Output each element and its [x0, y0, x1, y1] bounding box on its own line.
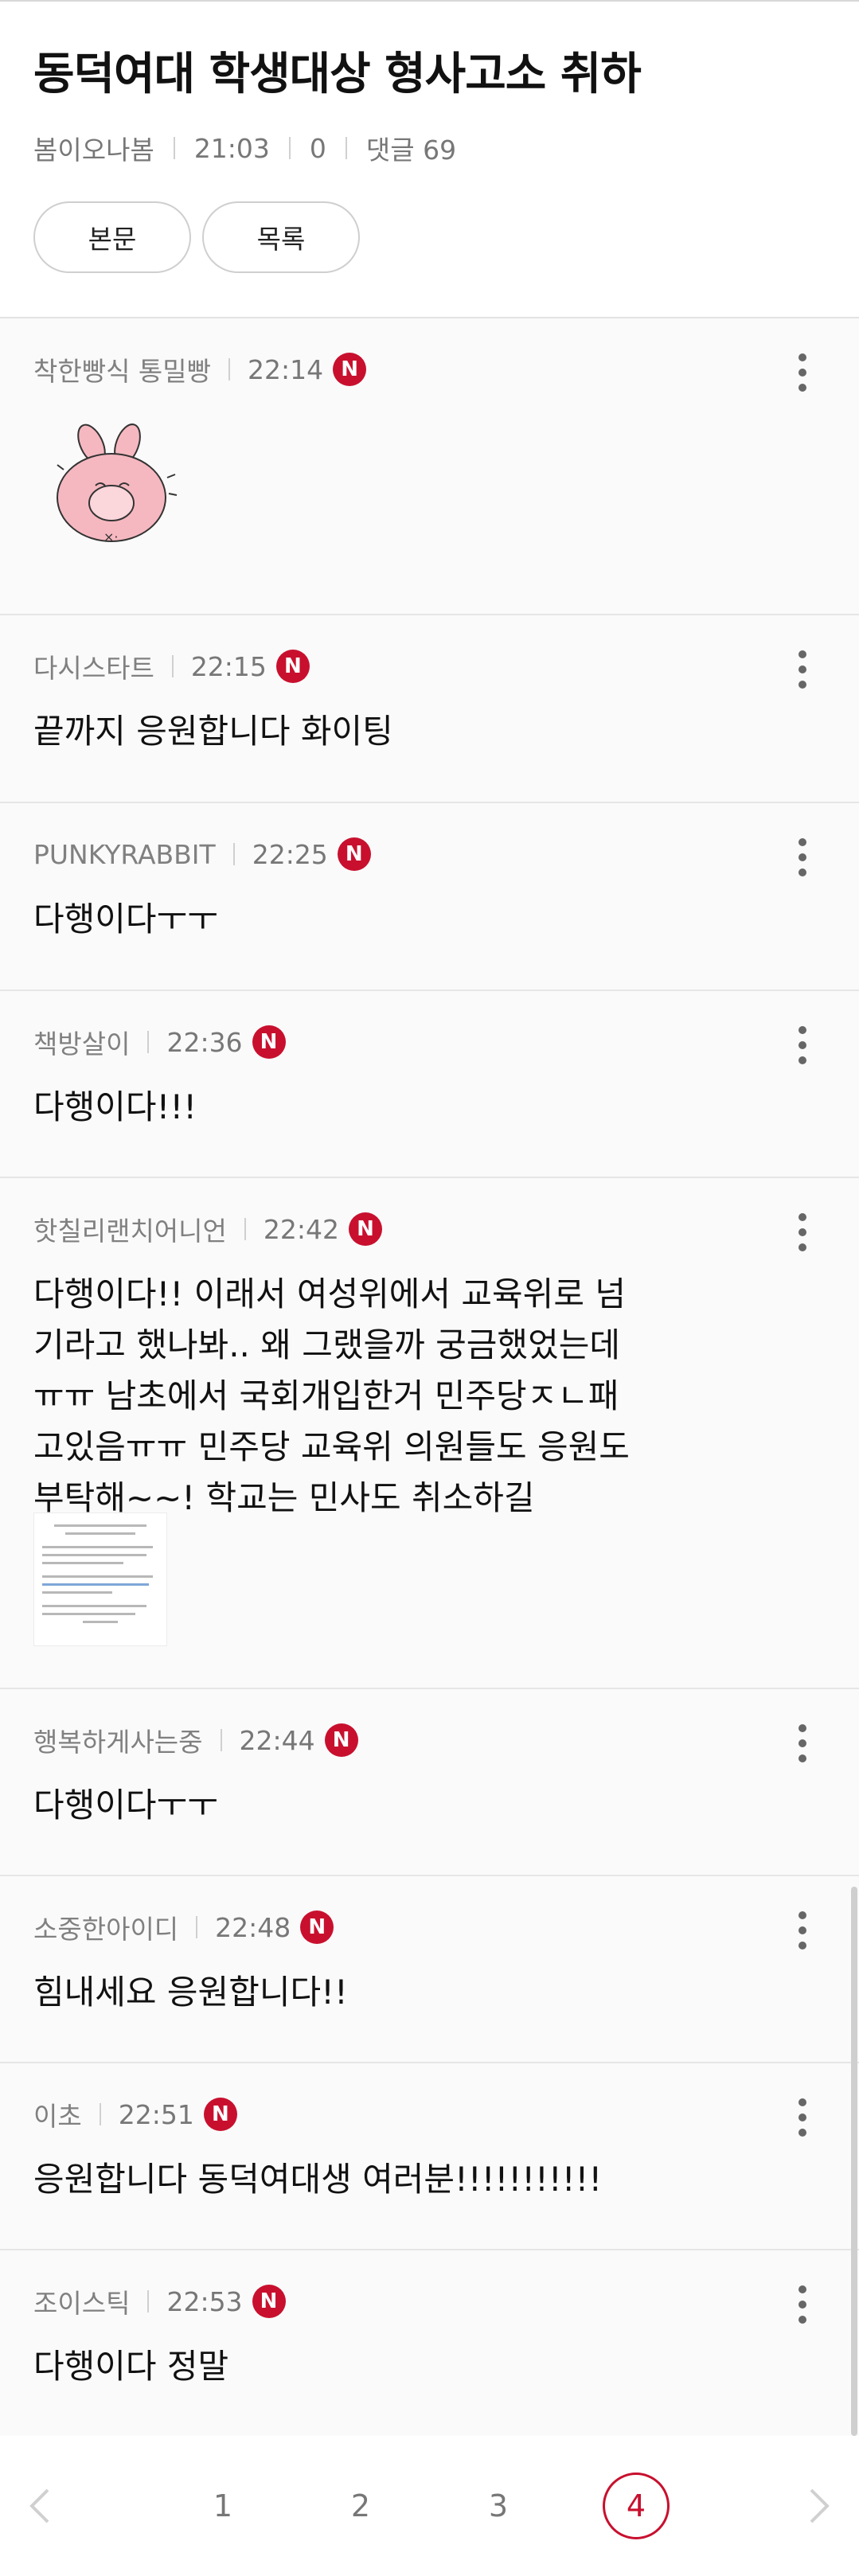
- new-badge: N: [333, 353, 367, 386]
- comment-item: 핫칠리랜치어니언 22:42 N 다행이다!! 이래서 여성위에서 교육위로 넘…: [0, 1178, 859, 1689]
- post-author[interactable]: 봄이오나봄: [33, 129, 154, 167]
- meta-divider: [147, 2290, 150, 2313]
- comment-time: 22:15: [190, 650, 267, 682]
- more-options-icon[interactable]: [797, 1213, 808, 1251]
- scrollbar[interactable]: [851, 1887, 857, 2436]
- comment-text: 응원합니다 동덕여대생 여러분!!!!!!!!!!!: [33, 2160, 603, 2199]
- comment-item: 이초 22:51 N 응원합니다 동덕여대생 여러분!!!!!!!!!!!: [0, 2063, 859, 2250]
- comment-meta: PUNKYRABBIT 22:25 N: [33, 837, 371, 872]
- back-to-list-button[interactable]: 목록: [202, 201, 360, 273]
- comment-author[interactable]: 다시스타트: [33, 647, 154, 685]
- post-views: 0: [309, 132, 326, 164]
- comment-text: 힘내세요 응원합니다!!: [33, 1973, 348, 2012]
- meta-divider: [232, 843, 235, 865]
- bunny-sticker-image: ×·: [57, 423, 178, 544]
- more-options-icon[interactable]: [797, 650, 808, 689]
- document-attachment-thumbnail[interactable]: [33, 1512, 167, 1646]
- meta-divider: [220, 1729, 222, 1751]
- meta-divider: [147, 1031, 150, 1053]
- comment-time: 22:42: [263, 1213, 339, 1245]
- new-badge: N: [337, 837, 371, 871]
- meta-divider: [345, 137, 347, 159]
- comment-item: 행복하게사는중 22:44 N 다행이다ㅜㅜ: [0, 1689, 859, 1876]
- new-badge: N: [300, 1911, 334, 1944]
- svg-text:×·: ×·: [103, 529, 119, 544]
- comment-text: 다행이다 정말: [33, 2347, 229, 2386]
- new-badge: N: [324, 1723, 358, 1757]
- more-options-icon[interactable]: [797, 2285, 808, 2324]
- more-options-icon[interactable]: [797, 1026, 808, 1064]
- post-meta: 봄이오나봄 21:03 0 댓글 69: [33, 129, 456, 167]
- comment-text: 다행이다ㅜㅜ: [33, 900, 218, 939]
- comment-meta: 착한빵식 통밀빵 22:14 N: [33, 350, 367, 388]
- post-time: 21:03: [193, 132, 270, 164]
- comment-author[interactable]: 이초: [33, 2095, 82, 2133]
- meta-divider: [288, 137, 291, 159]
- comment-meta: 책방살이 22:36 N: [33, 1025, 286, 1060]
- meta-divider: [99, 2103, 101, 2125]
- page-link-1[interactable]: 1: [189, 2473, 256, 2539]
- comment-author[interactable]: 착한빵식 통밀빵: [33, 350, 211, 388]
- comment-author[interactable]: 행복하게사는중: [33, 1721, 203, 1759]
- more-options-icon[interactable]: [797, 838, 808, 876]
- comment-text: 다행이다!! 이래서 여성위에서 교육위로 넘 기라고 했나봐.. 왜 그랬을까…: [33, 1274, 630, 1517]
- meta-divider: [196, 1916, 198, 1938]
- more-options-icon[interactable]: [797, 353, 808, 392]
- chevron-left-icon[interactable]: [18, 2482, 65, 2530]
- comment-time: 22:25: [252, 838, 328, 870]
- comment-time: 22:51: [118, 2098, 194, 2130]
- comment-item: 책방살이 22:36 N 다행이다!!!: [0, 991, 859, 1178]
- comment-item: 다시스타트 22:15 N 끝까지 응원합니다 화이팅: [0, 615, 859, 803]
- more-options-icon[interactable]: [797, 2098, 808, 2137]
- comment-text: 다행이다!!!: [33, 1087, 197, 1126]
- more-options-icon[interactable]: [797, 1911, 808, 1950]
- new-badge: N: [252, 2285, 286, 2318]
- comment-item: 조이스틱 22:53 N 다행이다 정말: [0, 2250, 859, 2436]
- comment-author[interactable]: 조이스틱: [33, 2282, 130, 2320]
- new-badge: N: [349, 1212, 382, 1246]
- post-title: 동덕여대 학생대상 형사고소 취하: [33, 49, 642, 100]
- new-badge: N: [203, 2098, 237, 2131]
- page-link-3[interactable]: 3: [465, 2473, 532, 2539]
- comment-meta: 이초 22:51 N: [33, 2097, 237, 2132]
- comment-item: PUNKYRABBIT 22:25 N 다행이다ㅜㅜ: [0, 803, 859, 991]
- comment-item: 착한빵식 통밀빵 22:14 N ×·: [0, 318, 859, 615]
- comment-text: 다행이다ㅜㅜ: [33, 1786, 218, 1825]
- comment-author[interactable]: 핫칠리랜치어니언: [33, 1210, 227, 1248]
- view-body-button[interactable]: 본문: [33, 201, 191, 273]
- comment-time: 22:48: [215, 1911, 291, 1943]
- post-comment-count[interactable]: 댓글 69: [366, 129, 456, 167]
- more-options-icon[interactable]: [797, 1724, 808, 1762]
- comment-time: 22:44: [239, 1724, 315, 1756]
- comment-time: 22:53: [166, 2285, 243, 2317]
- comment-author[interactable]: PUNKYRABBIT: [33, 839, 216, 870]
- comment-meta: 다시스타트 22:15 N: [33, 649, 310, 684]
- comment-meta: 핫칠리랜치어니언 22:42 N: [33, 1212, 382, 1247]
- comment-text: 끝까지 응원합니다 화이팅: [33, 712, 393, 751]
- meta-divider: [244, 1218, 246, 1240]
- meta-divider: [173, 137, 175, 159]
- comment-time: 22:14: [248, 353, 324, 385]
- pagination: 1 2 3 4: [0, 2436, 859, 2576]
- comment-author[interactable]: 책방살이: [33, 1023, 130, 1061]
- meta-divider: [228, 358, 231, 381]
- chevron-right-icon[interactable]: [794, 2482, 841, 2530]
- comment-time: 22:36: [166, 1026, 243, 1058]
- comment-author[interactable]: 소중한아이디: [33, 1908, 178, 1946]
- new-badge: N: [275, 650, 310, 683]
- comment-meta: 소중한아이디 22:48 N: [33, 1910, 334, 1945]
- meta-divider: [171, 655, 174, 677]
- comment-meta: 조이스틱 22:53 N: [33, 2284, 286, 2319]
- new-badge: N: [252, 1025, 286, 1059]
- page-link-4-current[interactable]: 4: [603, 2473, 670, 2539]
- page-link-2[interactable]: 2: [327, 2473, 394, 2539]
- comment-item: 소중한아이디 22:48 N 힘내세요 응원합니다!!: [0, 1876, 859, 2063]
- post-header: 동덕여대 학생대상 형사고소 취하 봄이오나봄 21:03 0 댓글 69 본문…: [0, 0, 859, 318]
- comment-meta: 행복하게사는중 22:44 N: [33, 1723, 358, 1758]
